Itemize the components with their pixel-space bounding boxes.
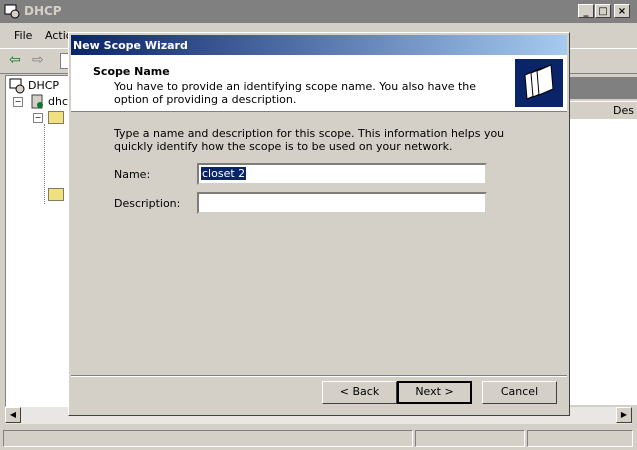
server-icon — [31, 94, 43, 109]
close-button[interactable]: × — [614, 4, 630, 18]
scope-name-value: closet 2 — [201, 167, 247, 180]
folders-icon — [515, 59, 563, 107]
new-scope-wizard-dialog: New Scope Wizard Scope Name You have to … — [68, 32, 570, 416]
next-button[interactable]: Next > — [397, 381, 472, 404]
status-panel-main — [3, 430, 413, 447]
wizard-instructions: Type a name and description for this sco… — [114, 127, 505, 153]
dialog-titlebar: New Scope Wizard — [71, 35, 567, 55]
expand-toggle[interactable]: − — [33, 113, 43, 123]
status-panel-3 — [527, 430, 633, 447]
dhcp-root-icon — [9, 78, 25, 94]
dialog-title: New Scope Wizard — [73, 39, 188, 52]
scope-description-input[interactable] — [197, 192, 487, 214]
tree-root-label[interactable]: DHCP — [28, 79, 59, 92]
dhcp-console-icon — [4, 4, 20, 19]
window-title: DHCP — [24, 4, 62, 18]
button-divider — [71, 375, 567, 377]
scope-name-input[interactable]: closet 2 — [197, 163, 487, 185]
folder-icon — [48, 111, 64, 124]
name-label: Name: — [114, 168, 151, 181]
column-header[interactable]: Des — [568, 101, 637, 120]
back-arrow-icon[interactable]: ⇦ — [9, 53, 21, 67]
right-pane-header — [568, 77, 637, 99]
description-label: Description: — [114, 197, 181, 210]
back-button[interactable]: < Back — [322, 381, 397, 404]
status-panel-2 — [415, 430, 525, 447]
column-header-label: Des — [613, 104, 634, 117]
tree-pane: DHCP − dhcp − — [5, 75, 75, 407]
status-bar — [0, 428, 637, 450]
scroll-left-button[interactable]: ◀ — [5, 407, 21, 423]
maximize-button[interactable]: □ — [595, 4, 611, 18]
cancel-button[interactable]: Cancel — [482, 381, 557, 404]
scroll-right-button[interactable]: ▶ — [616, 407, 632, 423]
minimize-button[interactable]: _ — [578, 4, 594, 18]
wizard-page-title: Scope Name — [93, 65, 170, 78]
wizard-header: Scope Name You have to provide an identi… — [71, 55, 567, 112]
main-titlebar: DHCP _ □ × — [0, 0, 637, 23]
tree-line — [44, 124, 46, 204]
folder-icon — [48, 188, 64, 201]
forward-arrow-icon[interactable]: ⇨ — [32, 53, 44, 67]
wizard-page-subtitle: You have to provide an identifying scope… — [114, 80, 477, 106]
menu-file[interactable]: File — [14, 29, 32, 42]
expand-toggle[interactable]: − — [13, 97, 23, 107]
right-pane-body — [568, 119, 637, 405]
